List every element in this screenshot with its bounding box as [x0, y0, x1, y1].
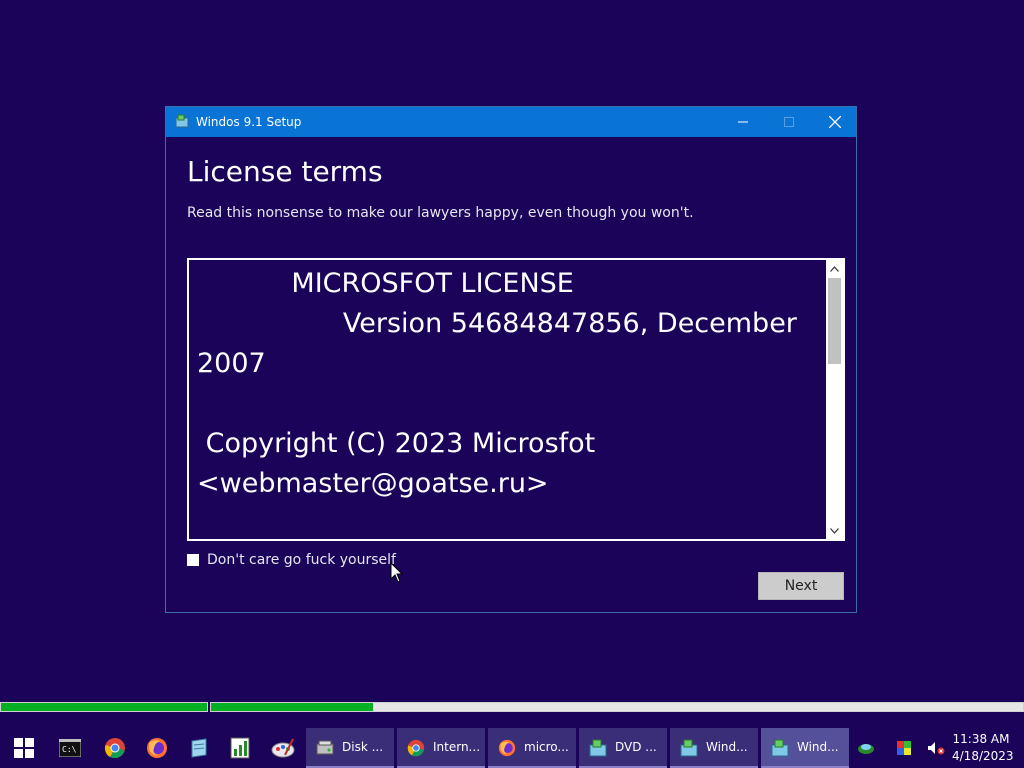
scroll-up-button[interactable]	[826, 260, 843, 277]
title-bar[interactable]: Windos 9.1 Setup	[166, 107, 856, 137]
chrome-icon	[407, 739, 425, 757]
pinned-spreadsheet[interactable]	[220, 728, 260, 768]
clock-date: 4/18/2023	[952, 749, 1014, 763]
tray-display[interactable]	[893, 728, 915, 768]
progress-fill-1	[1, 703, 207, 711]
network-icon	[858, 744, 874, 754]
notepad-icon	[191, 738, 207, 758]
progress-bar-1	[0, 702, 208, 712]
chevron-up-icon	[830, 265, 839, 272]
pinned-notepad[interactable]	[179, 728, 219, 768]
minimize-button[interactable]	[720, 107, 766, 137]
progress-bar-2	[210, 702, 1024, 712]
close-icon	[829, 116, 841, 128]
progress-fill-2	[211, 703, 374, 711]
task-button-windows-1[interactable]: Wind...	[670, 728, 758, 768]
mouse-cursor-icon	[390, 562, 404, 583]
tray-volume[interactable]	[924, 728, 948, 768]
task-button-internet[interactable]: Intern...	[397, 728, 485, 768]
scroll-thumb[interactable]	[828, 278, 841, 364]
clock-time: 11:38 AM	[952, 732, 1010, 746]
pinned-firefox[interactable]	[137, 728, 177, 768]
agree-checkbox[interactable]	[187, 554, 199, 566]
firefox-icon	[498, 739, 516, 757]
minimize-icon	[738, 121, 748, 123]
command-prompt-icon: C:\	[59, 739, 81, 757]
page-title: License terms	[187, 155, 383, 188]
pinned-paint[interactable]	[263, 728, 303, 768]
task-label: Intern...	[433, 740, 481, 754]
task-button-windows-2[interactable]: Wind...	[761, 728, 849, 768]
agree-label[interactable]: Don't care go fuck yourself	[207, 551, 396, 569]
license-text-area[interactable]: MICROSFOT LICENSE Version 54684847856, D…	[187, 258, 845, 541]
license-text: MICROSFOT LICENSE Version 54684847856, D…	[197, 268, 797, 499]
task-label: micro...	[524, 740, 569, 754]
task-button-firefox[interactable]: micro...	[488, 728, 576, 768]
task-button-dvd[interactable]: DVD ...	[579, 728, 667, 768]
scroll-down-button[interactable]	[826, 522, 843, 539]
pinned-chrome[interactable]	[95, 728, 135, 768]
setup-icon	[589, 739, 607, 757]
chevron-down-icon	[830, 527, 839, 534]
windows-start-icon	[14, 738, 34, 758]
chrome-icon	[104, 738, 125, 759]
maximize-button[interactable]	[766, 107, 812, 137]
svg-text:C:\: C:\	[62, 745, 77, 754]
pinned-command-prompt[interactable]: C:\	[50, 728, 90, 768]
firefox-icon	[147, 738, 167, 758]
tray-network[interactable]	[846, 728, 886, 768]
start-button[interactable]	[4, 728, 44, 768]
setup-window: Windos 9.1 Setup License terms Read this…	[165, 106, 857, 613]
next-button[interactable]: Next	[758, 572, 844, 600]
task-label: Wind...	[797, 740, 839, 754]
task-button-disk[interactable]: Disk ...	[306, 728, 394, 768]
task-label: Wind...	[706, 740, 748, 754]
task-label: Disk ...	[342, 740, 384, 754]
spreadsheet-icon	[230, 737, 250, 759]
window-title: Windos 9.1 Setup	[196, 115, 302, 129]
display-color-icon	[897, 741, 911, 755]
page-subtitle: Read this nonsense to make our lawyers h…	[187, 205, 694, 221]
taskbar: C:\ Disk ... Intern... micro... DVD ... …	[0, 728, 1024, 768]
setup-icon	[680, 739, 698, 757]
license-scrollbar[interactable]	[826, 260, 843, 539]
task-label: DVD ...	[615, 740, 657, 754]
maximize-icon	[784, 117, 794, 127]
taskbar-clock[interactable]: 11:38 AM 4/18/2023	[952, 731, 1014, 765]
volume-muted-icon	[928, 742, 945, 755]
setup-app-icon	[175, 114, 189, 128]
close-button[interactable]	[812, 107, 858, 137]
setup-icon	[771, 739, 789, 757]
paint-icon	[271, 738, 295, 758]
disk-icon	[316, 740, 334, 755]
